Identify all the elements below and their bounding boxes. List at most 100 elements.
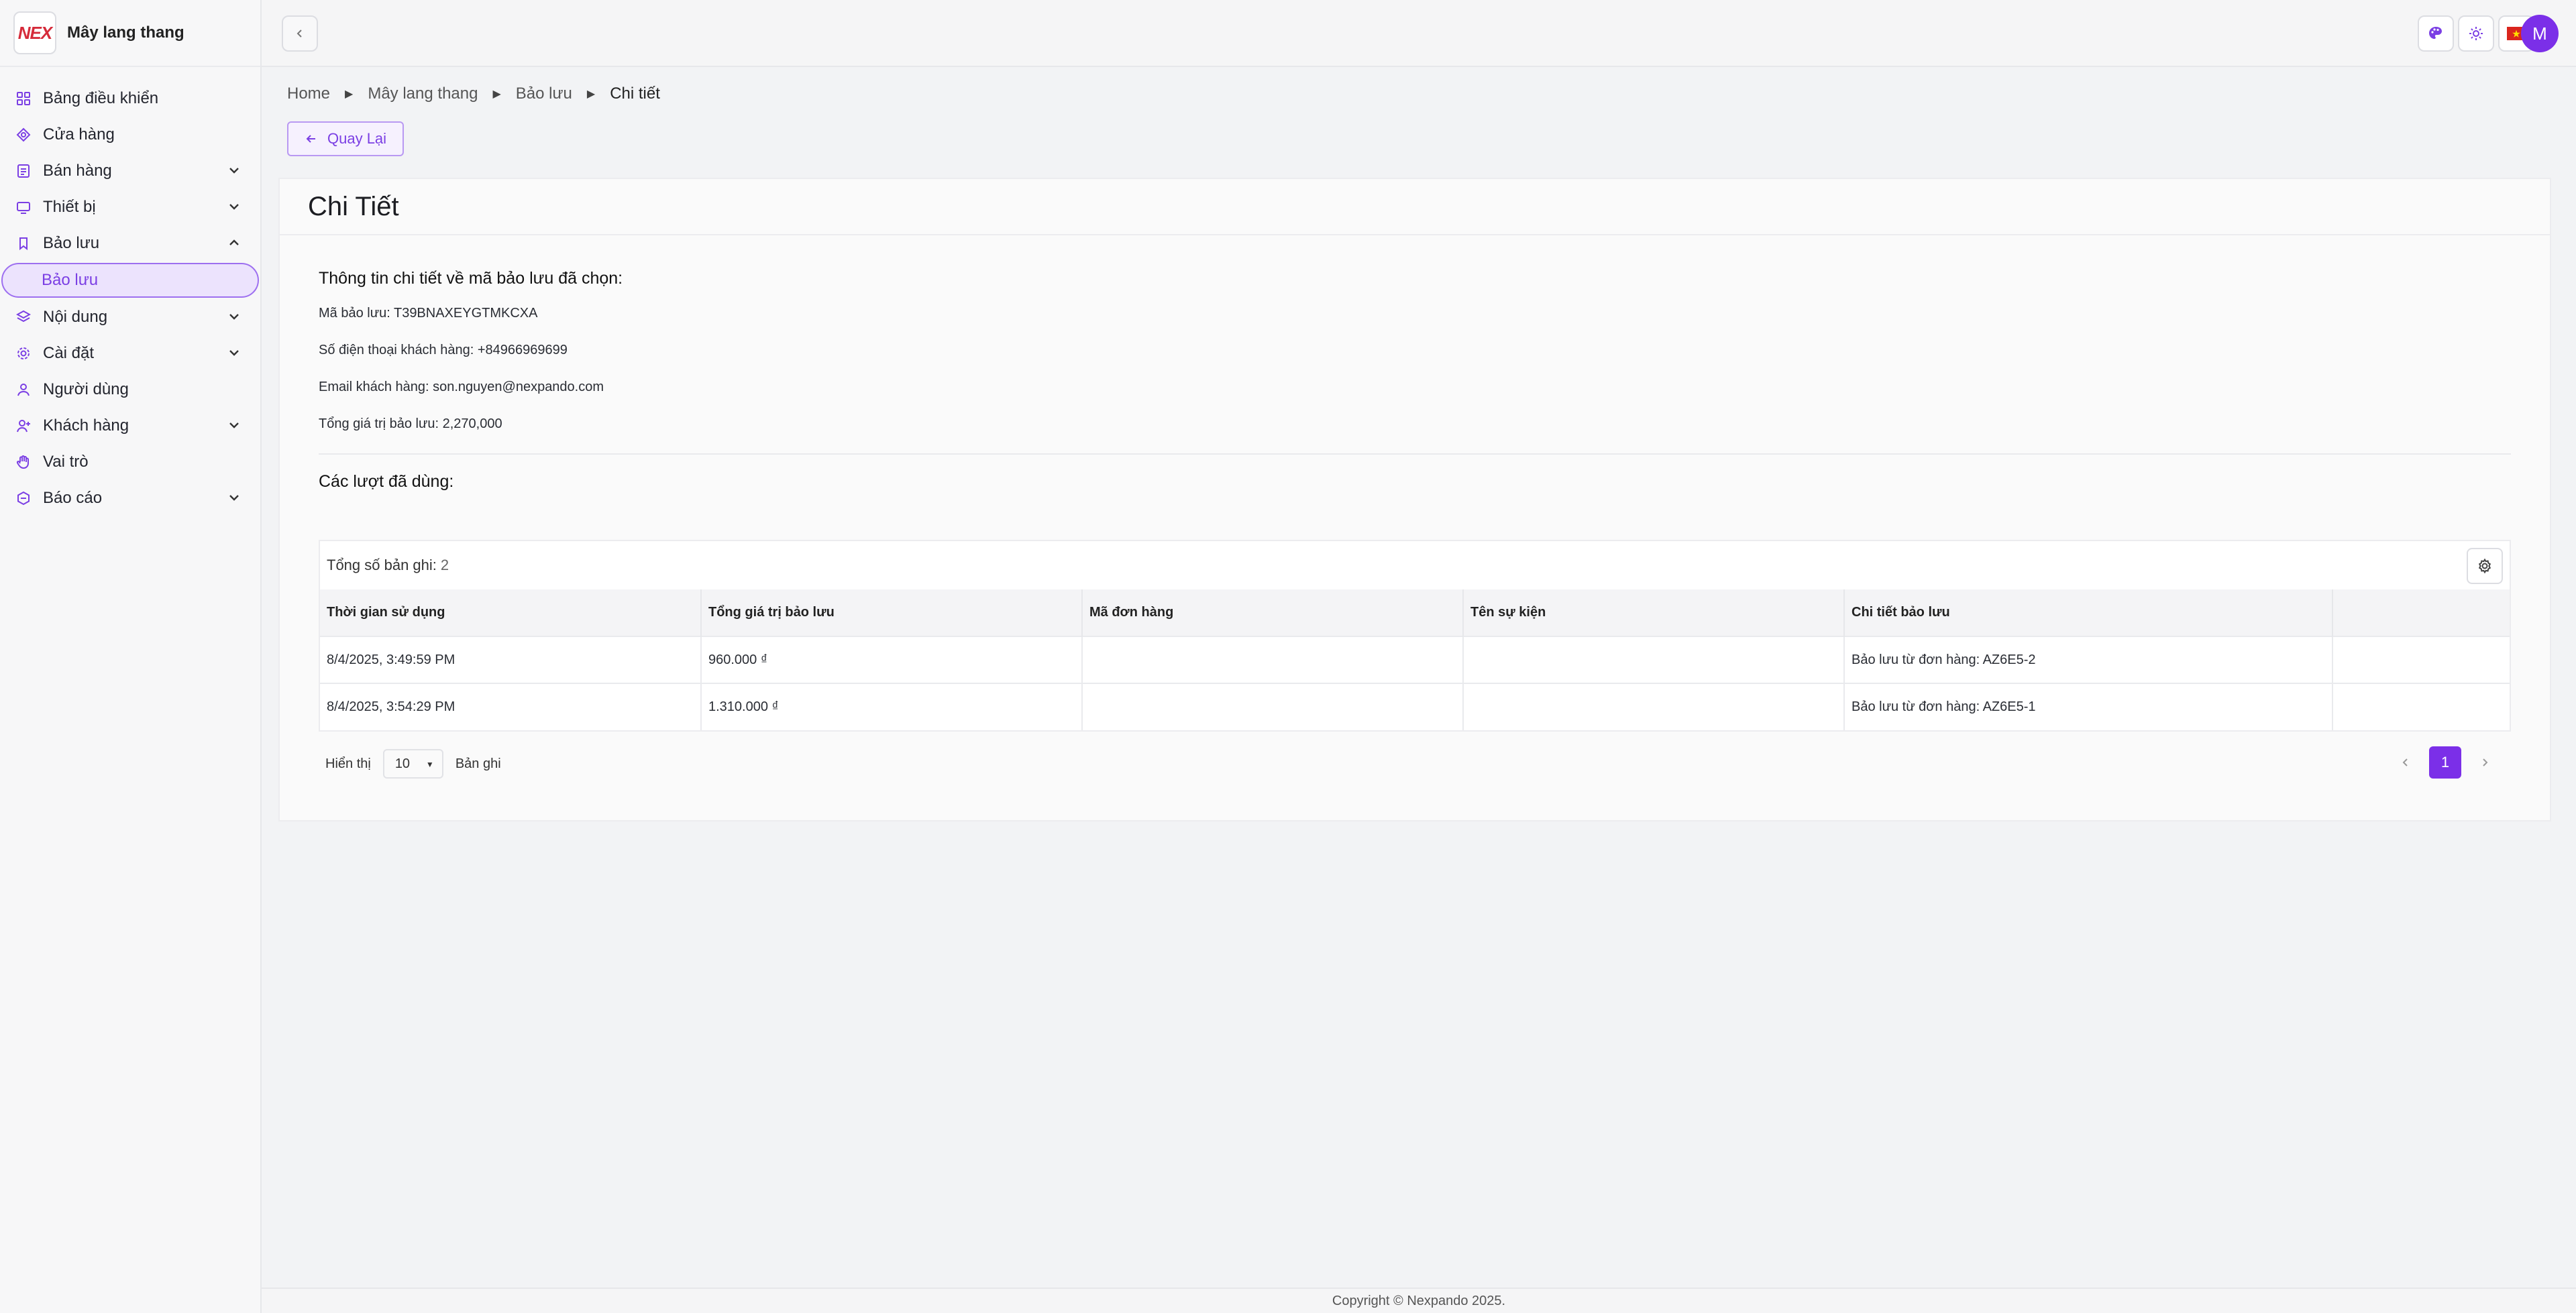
- sidebar-item-settings[interactable]: Cài đặt: [0, 335, 260, 372]
- chevron-left-icon: [294, 27, 306, 40]
- bookmark-icon: [15, 235, 32, 252]
- table-header-row: Thời gian sử dụng Tổng giá trị bảo lưu M…: [320, 589, 2510, 636]
- sidebar-item-label: Khách hàng: [43, 416, 129, 435]
- chevron-down-icon: [227, 309, 241, 324]
- sidebar-item-customers[interactable]: Khách hàng: [0, 408, 260, 444]
- arrow-left-icon: [305, 132, 318, 146]
- sidebar-item-label: Bảng điều khiển: [43, 89, 159, 107]
- avatar[interactable]: M: [2521, 15, 2559, 52]
- sidebar-item-users[interactable]: Người dùng: [0, 372, 260, 408]
- table-settings-button[interactable]: [2467, 548, 2503, 584]
- sidebar-item-label: Cửa hàng: [43, 125, 115, 144]
- sidebar-item-label: Bán hàng: [43, 162, 112, 180]
- sidebar-item-label: Thiết bị: [43, 198, 96, 216]
- column-header-total-value[interactable]: Tổng giá trị bảo lưu: [701, 589, 1083, 636]
- column-header-reserve-detail[interactable]: Chi tiết bảo lưu: [1844, 589, 2333, 636]
- sidebar-item-label: Cài đặt: [43, 344, 95, 362]
- sidebar-item-label: Nội dung: [43, 308, 108, 326]
- table-toolbar: Tổng số bản ghi: 2: [320, 541, 2510, 589]
- chevron-up-icon: [227, 235, 241, 250]
- divider: [319, 453, 2511, 455]
- customer-phone: Số điện thoại khách hàng: +84966969699: [319, 343, 568, 357]
- pagination: 1: [2392, 746, 2499, 779]
- sidebar-item-content[interactable]: Nội dung: [0, 299, 260, 335]
- chevron-right-icon: [2479, 757, 2490, 768]
- cell-total-value: 960.000 ₫: [701, 636, 1083, 683]
- usage-table: Thời gian sử dụng Tổng giá trị bảo lưu M…: [320, 589, 2510, 730]
- table-row[interactable]: 8/4/2025, 3:54:29 PM 1.310.000 ₫ Bảo lưu…: [320, 683, 2510, 730]
- sidebar-item-label: Báo cáo: [43, 489, 103, 507]
- total-records-label: Tổng số bản ghi:: [327, 557, 437, 573]
- customer-email: Email khách hàng: son.nguyen@nexpando.co…: [319, 380, 604, 394]
- sidebar-item-reserve[interactable]: Bảo lưu: [0, 225, 260, 262]
- cell-reserve-detail: Bảo lưu từ đơn hàng: AZ6E5-1: [1844, 683, 2333, 730]
- theme-palette-button[interactable]: [2418, 15, 2454, 52]
- sidebar-item-store[interactable]: Cửa hàng: [0, 117, 260, 153]
- breadcrumb-home[interactable]: Home: [287, 84, 330, 103]
- sidebar-item-devices[interactable]: Thiết bị: [0, 189, 260, 225]
- sun-icon: [2467, 25, 2485, 42]
- column-header-order-code[interactable]: Mã đơn hàng: [1082, 589, 1464, 636]
- diamond-icon: [15, 126, 32, 144]
- grid-icon: [15, 90, 32, 107]
- sidebar-item-roles[interactable]: Vai trò: [0, 444, 260, 480]
- brand-name: Mây lang thang: [67, 23, 184, 42]
- gear-icon: [15, 345, 32, 362]
- brand: NEX Mây lang thang: [0, 0, 260, 67]
- usage-table-card: Tổng số bản ghi: 2 Thời gian sử dụng Tổn…: [319, 540, 2511, 732]
- prev-page-button[interactable]: [2392, 748, 2420, 777]
- page-size-select[interactable]: 10 ▼: [382, 749, 443, 779]
- caret-right-icon: ▶: [586, 89, 596, 100]
- breadcrumb-store[interactable]: Mây lang thang: [368, 84, 478, 103]
- user-plus-icon: [15, 417, 32, 435]
- caret-right-icon: ▶: [492, 89, 501, 100]
- column-header-usage-time[interactable]: Thời gian sử dụng: [320, 589, 702, 636]
- palette-icon: [2427, 25, 2445, 42]
- page-number-button[interactable]: 1: [2429, 746, 2461, 779]
- caret-right-icon: ▶: [345, 89, 354, 100]
- cell-actions: [2332, 636, 2510, 683]
- collapse-sidebar-button[interactable]: [282, 15, 318, 52]
- hand-icon: [15, 453, 32, 471]
- back-button[interactable]: Quay Lại: [287, 121, 405, 156]
- cell-usage-time: 8/4/2025, 3:54:29 PM: [320, 683, 702, 730]
- cell-reserve-detail: Bảo lưu từ đơn hàng: AZ6E5-2: [1844, 636, 2333, 683]
- caret-down-icon: ▼: [425, 760, 434, 769]
- cell-total-value: 1.310.000 ₫: [701, 683, 1083, 730]
- chevron-down-icon: [227, 490, 241, 505]
- monitor-icon: [15, 198, 32, 216]
- sidebar-item-label: Vai trò: [43, 453, 89, 471]
- column-header-actions: [2332, 589, 2510, 636]
- cell-event-name: [1463, 683, 1845, 730]
- cell-actions: [2332, 683, 2510, 730]
- next-page-button[interactable]: [2471, 748, 2499, 777]
- layers-icon: [15, 308, 32, 326]
- sidebar-item-dashboard[interactable]: Bảng điều khiển: [0, 80, 260, 117]
- receipt-icon: [15, 162, 32, 180]
- brand-logo[interactable]: NEX: [13, 11, 56, 54]
- cell-event-name: [1463, 636, 1845, 683]
- sidebar-item-reports[interactable]: Báo cáo: [0, 480, 260, 516]
- footer: Copyright © Nexpando 2025.: [262, 1288, 2576, 1313]
- breadcrumb-reserve[interactable]: Bảo lưu: [516, 84, 572, 103]
- sidebar-item-label: Bảo lưu: [43, 234, 100, 252]
- info-section-title: Thông tin chi tiết về mã bảo lưu đã chọn…: [319, 269, 623, 288]
- breadcrumb: Home ▶ Mây lang thang ▶ Bảo lưu ▶ Chi ti…: [287, 84, 660, 103]
- light-mode-button[interactable]: [2458, 15, 2494, 52]
- sidebar-nav: Bảng điều khiển Cửa hàng Bán hàng Thiết …: [0, 80, 260, 516]
- page-size-value: 10: [394, 756, 411, 771]
- column-header-event-name[interactable]: Tên sự kiện: [1463, 589, 1845, 636]
- cell-order-code: [1082, 683, 1464, 730]
- topbar: M: [262, 0, 2576, 67]
- reserve-code: Mã bảo lưu: T39BNAXEYGTMKCXA: [319, 306, 538, 321]
- chevron-down-icon: [227, 345, 241, 360]
- hexagon-icon: [15, 490, 32, 507]
- sidebar-subitem-reserve[interactable]: Bảo lưu: [1, 263, 259, 298]
- chevron-left-icon: [2400, 757, 2411, 768]
- chevron-down-icon: [227, 163, 241, 178]
- table-row[interactable]: 8/4/2025, 3:49:59 PM 960.000 ₫ Bảo lưu t…: [320, 636, 2510, 683]
- sidebar-item-sales[interactable]: Bán hàng: [0, 153, 260, 189]
- user-icon: [15, 381, 32, 398]
- total-records-count: 2: [440, 557, 449, 573]
- sidebar-item-label: Người dùng: [43, 380, 129, 398]
